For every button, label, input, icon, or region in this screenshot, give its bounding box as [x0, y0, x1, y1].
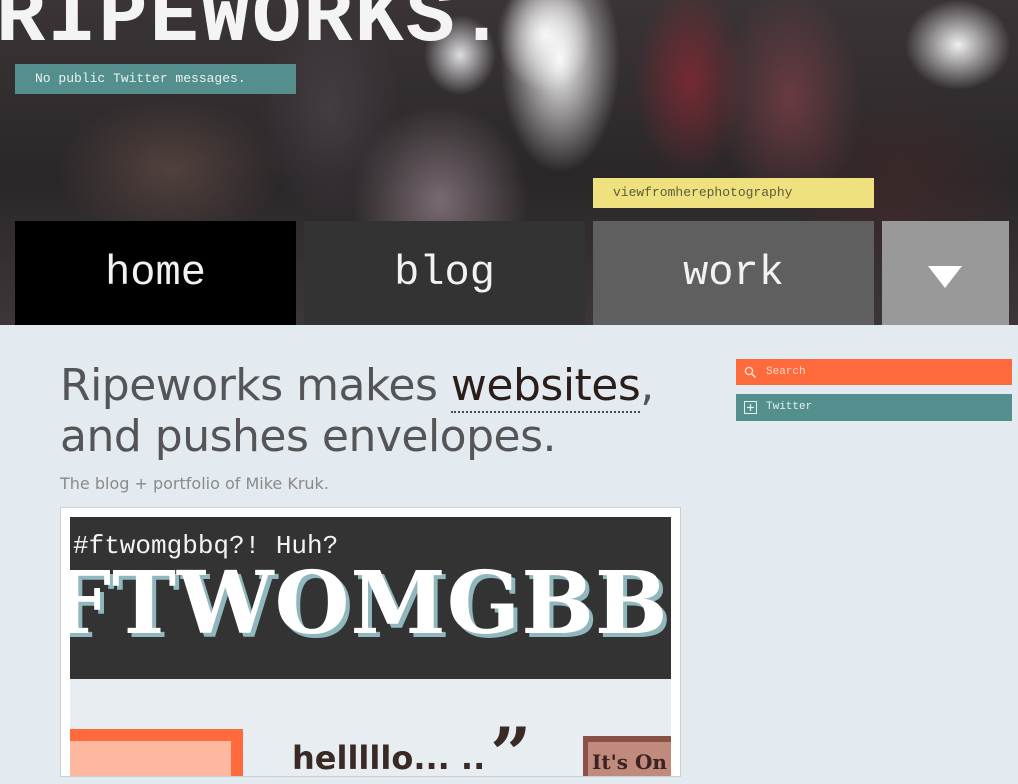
nav-home[interactable]: home: [15, 221, 296, 325]
site-header: RIPEWORKS. No public Twitter messages. v…: [0, 0, 1018, 325]
feature-big-text: FTWOMGBBQ: [70, 553, 671, 654]
expand-plus-icon: [744, 401, 757, 414]
photo-credit-link[interactable]: viewfromherephotography: [593, 178, 874, 208]
feature-banner: #ftwomgbbq?! Huh? FTWOMGBBQ: [70, 517, 671, 679]
featured-post-image[interactable]: #ftwomgbbq?! Huh? FTWOMGBBQ helllllo... …: [60, 507, 681, 777]
feature-quote-mark: ”: [490, 711, 532, 777]
triangle-down-icon: [928, 266, 962, 288]
twitter-widget-toggle[interactable]: Twitter: [736, 394, 1012, 421]
site-tagline: The blog + portfolio of Mike Kruk.: [60, 474, 329, 493]
page-headline: Ripeworks makes websites, and pushes env…: [60, 360, 700, 462]
feature-lower-strip: helllllo... .. ” It's On: [70, 679, 671, 777]
feature-its-on-text: It's On: [592, 750, 667, 774]
nav-work[interactable]: work: [593, 221, 874, 325]
site-logo[interactable]: RIPEWORKS.: [0, 0, 508, 65]
nav-blog[interactable]: blog: [304, 221, 585, 325]
search-box[interactable]: [736, 359, 1012, 385]
twitter-label: Twitter: [766, 401, 813, 413]
latest-tweet: No public Twitter messages.: [15, 64, 296, 94]
websites-link[interactable]: websites: [450, 360, 641, 413]
feature-orange-block: [70, 729, 243, 776]
search-icon: [744, 366, 757, 379]
feature-hello-text: helllllo... ..: [292, 739, 486, 777]
feature-brown-block: It's On: [583, 736, 671, 776]
search-input[interactable]: [766, 359, 1006, 385]
nav-more-dropdown[interactable]: [882, 221, 1009, 325]
feature-orange-inner: [70, 741, 231, 776]
headline-text: Ripeworks makes: [60, 360, 451, 411]
